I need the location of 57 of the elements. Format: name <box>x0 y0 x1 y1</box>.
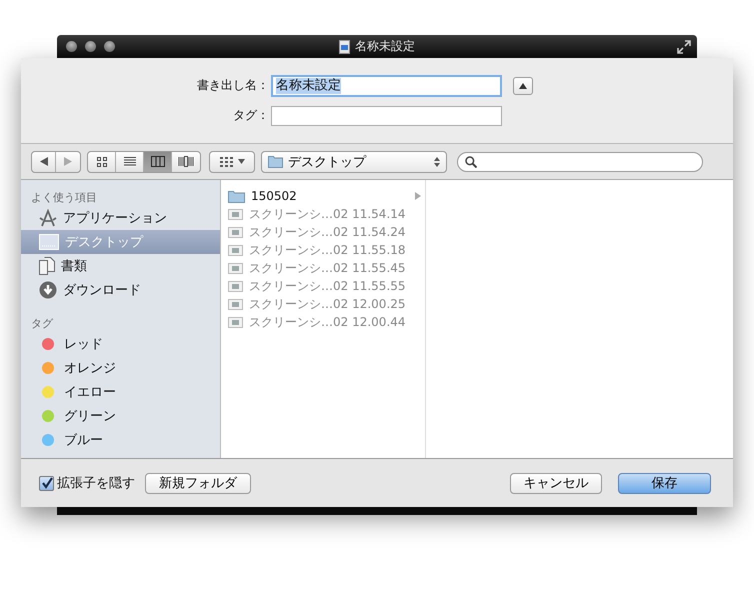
grid-icon <box>96 156 108 168</box>
image-file-icon <box>228 262 243 274</box>
close-button[interactable] <box>66 41 77 52</box>
minimize-button[interactable] <box>85 41 96 52</box>
folder-icon <box>268 155 284 168</box>
columns-view-button[interactable] <box>144 152 172 172</box>
download-icon <box>39 281 57 299</box>
image-file-icon <box>228 298 243 310</box>
hide-extension-checkbox[interactable]: 拡張子を隠す <box>39 474 135 492</box>
image-file-icon <box>228 244 243 256</box>
tag-item[interactable]: イエロー <box>21 380 220 404</box>
window-title: 名称未設定 <box>355 38 415 55</box>
file-item[interactable]: 150502 <box>221 187 425 205</box>
sidebar-item[interactable]: アプリケーション <box>21 206 220 230</box>
sidebar-item[interactable]: ダウンロード <box>21 278 220 302</box>
arrange-button[interactable] <box>209 150 255 172</box>
image-file-icon <box>228 280 243 292</box>
export-name-label: 書き出し名： <box>196 77 270 94</box>
tag-item[interactable]: ブルー <box>21 428 220 452</box>
sidebar-item[interactable]: 書類 <box>21 254 220 278</box>
cancel-button[interactable]: キャンセル <box>510 472 602 494</box>
location-popup[interactable]: デスクトップ <box>261 150 447 172</box>
checkbox[interactable] <box>39 476 54 490</box>
tags-field[interactable] <box>271 106 502 126</box>
tag-item[interactable]: レッド <box>21 332 220 356</box>
sidebar-heading: よく使う項目 <box>30 190 98 206</box>
grid-icon <box>220 156 232 166</box>
caret-icon <box>238 159 244 164</box>
tag-item[interactable]: オレンジ <box>21 356 220 380</box>
document-icon <box>339 40 350 54</box>
zoom-button[interactable] <box>104 41 115 52</box>
tags-label: タグ： <box>232 107 270 124</box>
sidebar-heading: タグ <box>30 316 54 332</box>
folder-icon <box>228 190 245 202</box>
image-file-icon <box>228 208 243 220</box>
checkmark-icon <box>40 477 52 489</box>
fullscreen-icon[interactable] <box>677 40 691 54</box>
triangle-up-icon <box>519 82 527 88</box>
desktop-icon <box>39 234 59 250</box>
collapse-button[interactable] <box>513 76 533 94</box>
cover-flow-icon <box>178 156 194 167</box>
back-arrow-icon <box>40 157 48 166</box>
image-file-icon <box>228 226 243 238</box>
columns-icon <box>150 156 164 167</box>
documents-icon <box>39 257 55 275</box>
image-file-icon <box>228 316 243 328</box>
forward-arrow-icon <box>64 157 72 166</box>
search-icon <box>465 156 477 168</box>
tag-item[interactable]: グリーン <box>21 404 220 428</box>
disclosure-arrow-icon <box>415 192 421 200</box>
search-field[interactable] <box>457 152 703 172</box>
save-button[interactable]: 保存 <box>618 472 711 494</box>
app-store-icon <box>39 209 57 227</box>
list-icon <box>124 156 136 167</box>
stepper-arrows-icon <box>434 156 440 166</box>
export-name-field[interactable]: 名称未設定 <box>271 74 502 96</box>
new-folder-button[interactable]: 新規フォルダ <box>145 472 251 494</box>
